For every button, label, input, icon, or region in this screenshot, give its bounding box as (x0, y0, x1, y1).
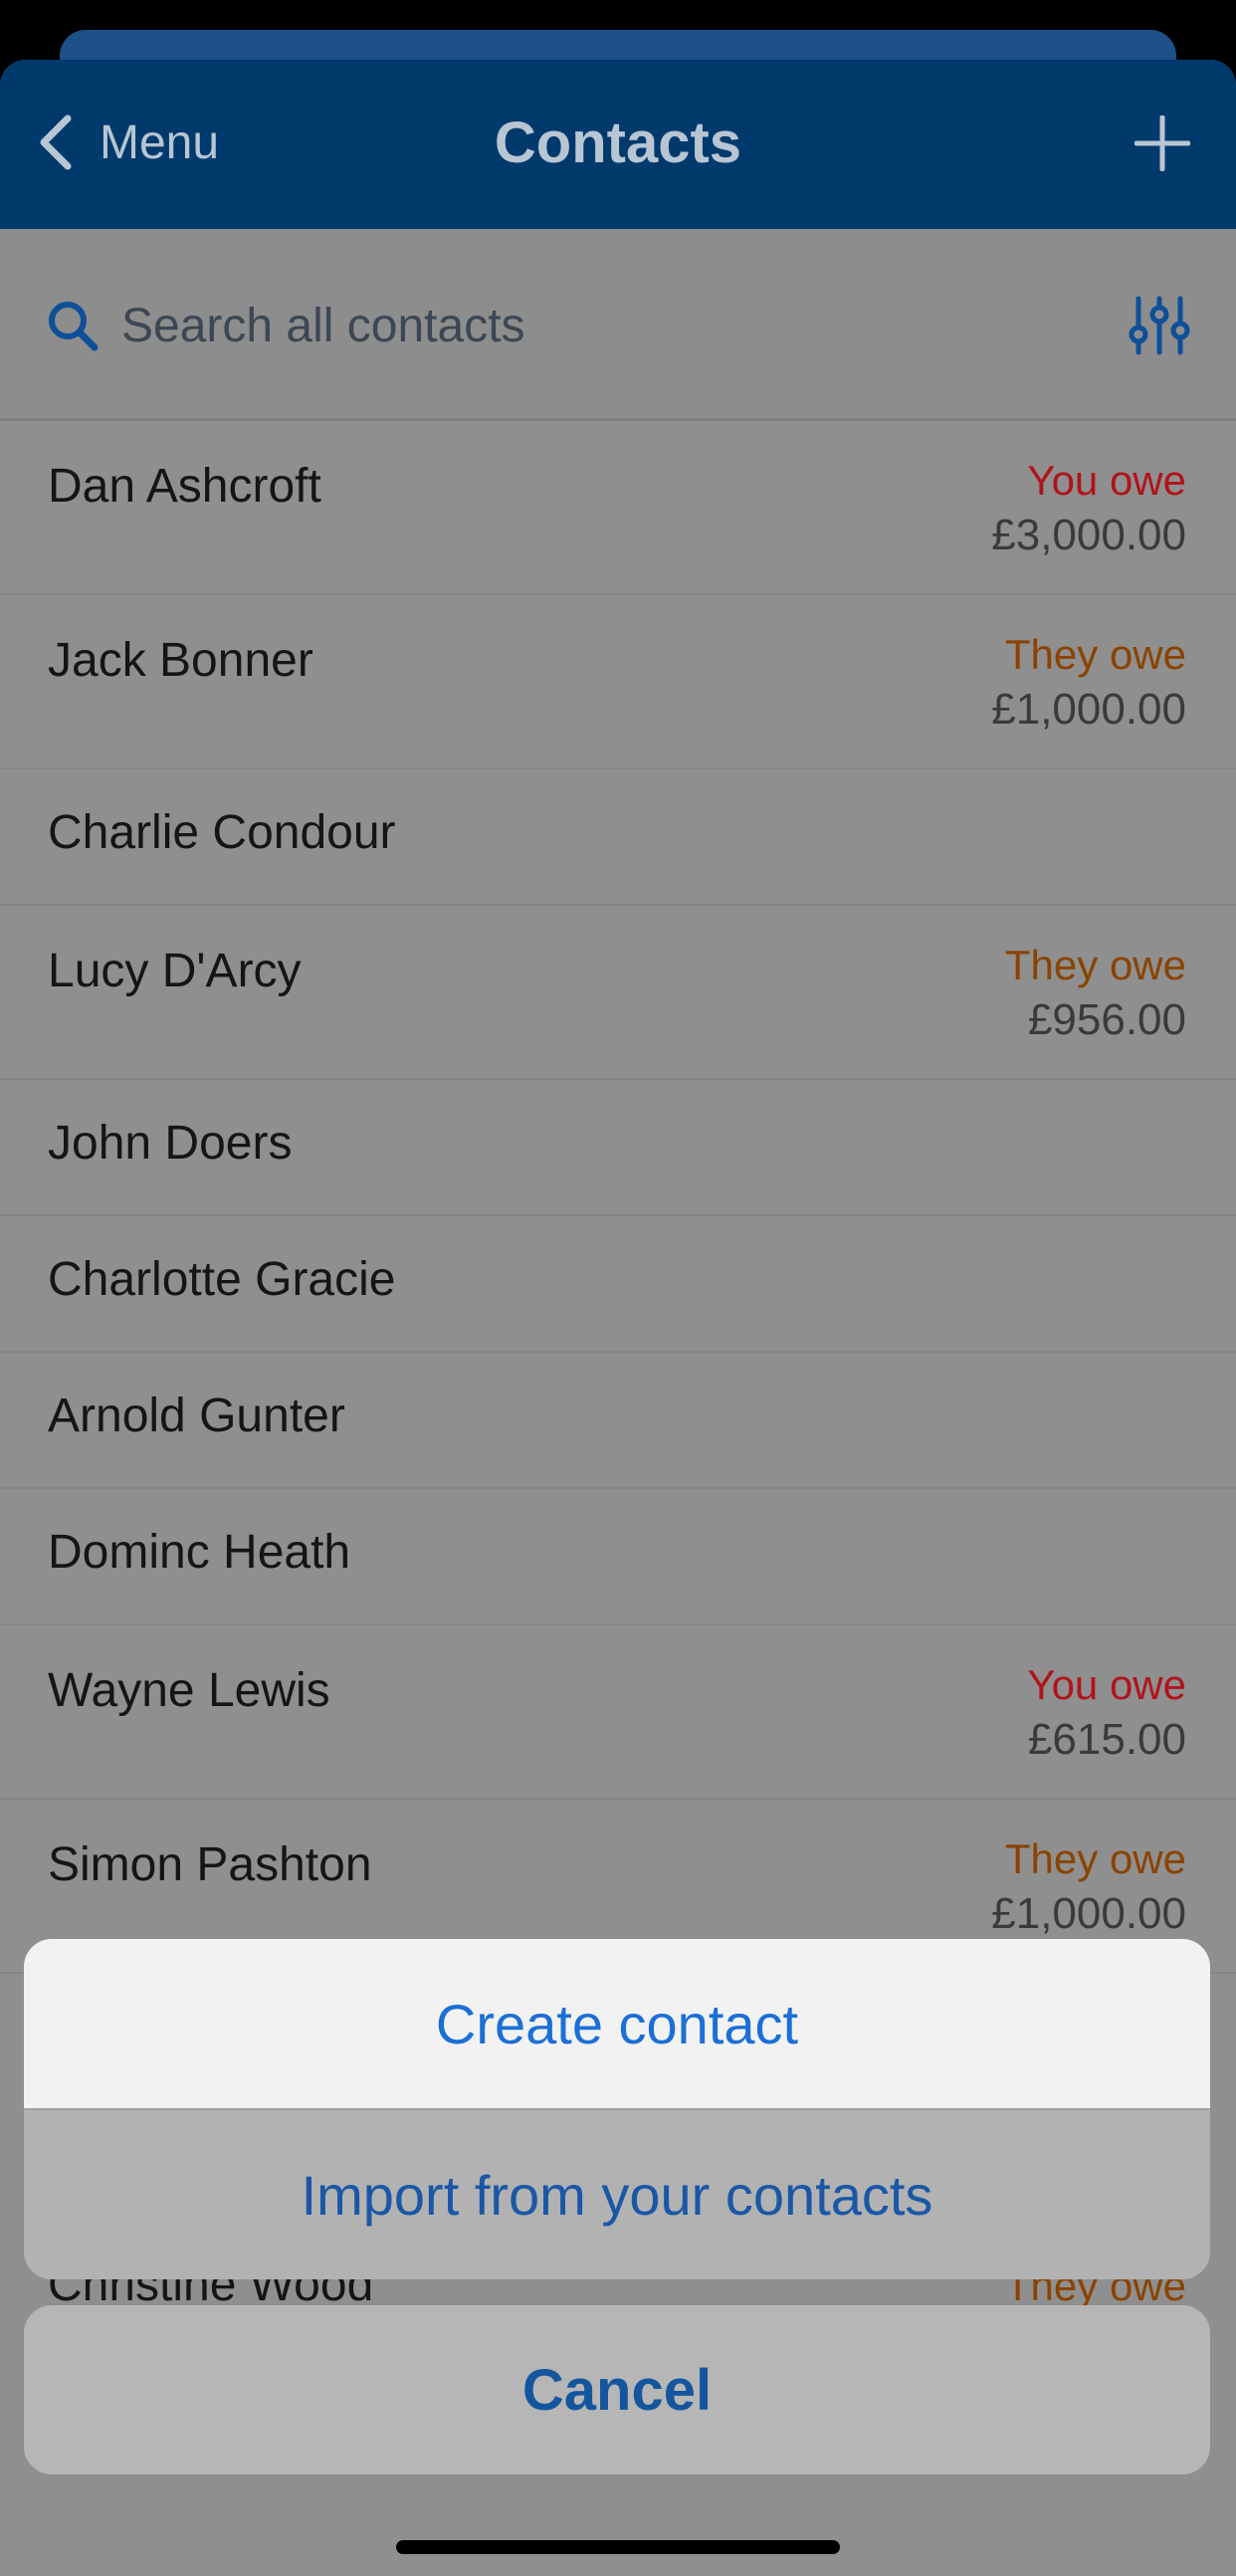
contact-name: Charlotte Gracie (48, 1253, 396, 1306)
contact-row[interactable]: Dan Ashcroft You owe £3,000.00 (0, 421, 1236, 595)
contact-name: Dominc Heath (48, 1526, 351, 1579)
screen: Menu Contacts Search all contacts Dan As… (0, 0, 1236, 2576)
contact-name: Arnold Gunter (48, 1390, 345, 1442)
create-contact-button[interactable]: Create contact (24, 1939, 1210, 2108)
search-input[interactable] (119, 293, 1019, 358)
contact-name: Simon Pashton (48, 1838, 372, 1891)
page-title: Contacts (494, 110, 742, 175)
action-sheet: Create contact Import from your contacts (24, 1939, 1210, 2279)
balance-amount: £956.00 (1027, 995, 1186, 1044)
contact-name: Jack Bonner (48, 634, 313, 687)
balance-amount: £3,000.00 (991, 511, 1186, 559)
balance-status: They owe (1004, 942, 1186, 988)
contact-name: Christine Wood (48, 2279, 373, 2305)
balance-status: They owe (1004, 631, 1186, 678)
filter-sliders-icon[interactable] (1129, 295, 1190, 356)
contact-row[interactable]: Arnold Gunter (0, 1353, 1236, 1489)
contact-name: Wayne Lewis (48, 1664, 330, 1717)
search-icon (49, 302, 99, 351)
balance-amount: £1,000.00 (991, 1889, 1186, 1938)
contact-row[interactable]: Charlotte Gracie (0, 1216, 1236, 1353)
balance-amount: £1,000.00 (991, 685, 1186, 734)
contact-row[interactable]: Dominc Heath (0, 1489, 1236, 1625)
add-contact-icon[interactable] (1134, 115, 1190, 171)
cancel-button[interactable]: Cancel (24, 2305, 1210, 2474)
contact-row[interactable]: Charlie Condour (0, 769, 1236, 906)
search-bar (0, 229, 1236, 421)
contact-name: Lucy D'Arcy (48, 945, 302, 997)
contact-row[interactable]: Wayne Lewis You owe £615.00 (0, 1625, 1236, 1800)
contact-name: Dan Ashcroft (48, 460, 321, 513)
balance-amount: £615.00 (1027, 1715, 1186, 1764)
contact-row-partial: Christine Wood They owe (0, 2279, 1236, 2305)
contact-row[interactable]: Lucy D'Arcy They owe £956.00 (0, 906, 1236, 1080)
balance-status: You owe (1027, 1661, 1186, 1708)
contact-row[interactable]: Jack Bonner They owe £1,000.00 (0, 595, 1236, 769)
home-indicator[interactable] (396, 2540, 840, 2554)
navigation-bar: Menu Contacts (0, 60, 1236, 229)
import-contacts-button[interactable]: Import from your contacts (24, 2108, 1210, 2279)
balance-status: They owe (1004, 2279, 1186, 2305)
contact-name: Charlie Condour (48, 806, 396, 859)
balance-status: You owe (1027, 457, 1186, 504)
balance-status: They owe (1004, 1835, 1186, 1882)
contact-row[interactable]: John Doers (0, 1080, 1236, 1216)
contacts-list: Dan Ashcroft You owe £3,000.00 Jack Bonn… (0, 421, 1236, 1974)
contact-name: John Doers (48, 1117, 293, 1170)
